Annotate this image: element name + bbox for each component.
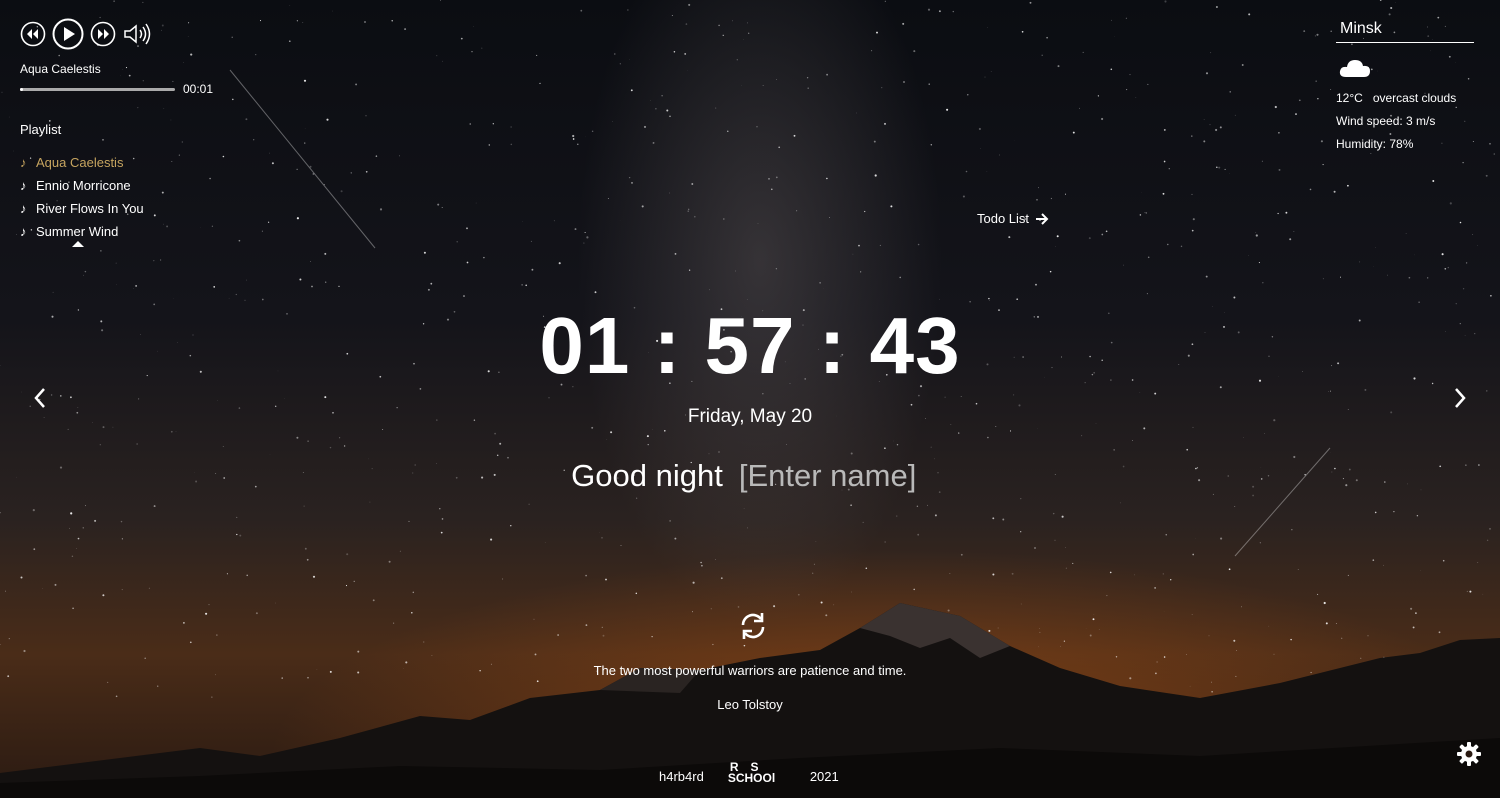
temperature: 12°C bbox=[1336, 91, 1363, 105]
music-note-icon: ♪ bbox=[20, 224, 27, 239]
rs-logo-bottom: SCHOOl bbox=[727, 771, 776, 785]
playlist-item[interactable]: ♪ Ennio Morricone bbox=[20, 174, 280, 197]
todo-list-button[interactable]: Todo List bbox=[977, 211, 1049, 226]
play-button[interactable] bbox=[52, 18, 84, 50]
greeting-row: Good night bbox=[0, 458, 1500, 494]
current-time: 00:01 bbox=[183, 82, 214, 96]
todo-label: Todo List bbox=[977, 211, 1030, 226]
github-link[interactable]: h4rb4rd bbox=[659, 769, 704, 784]
volume-button[interactable] bbox=[122, 22, 152, 46]
music-note-icon: ♪ bbox=[20, 178, 27, 193]
current-track-title: Aqua Caelestis bbox=[20, 62, 101, 76]
music-note-icon: ♪ bbox=[20, 155, 27, 170]
playlist-item-title: Summer Wind bbox=[36, 224, 119, 239]
background: Aqua Caelestis 00:01 Playlist ♪ Aqua Cae… bbox=[0, 0, 1500, 798]
progress-bar[interactable] bbox=[20, 87, 175, 91]
music-note-icon: ♪ bbox=[20, 201, 27, 216]
forward-icon bbox=[90, 21, 116, 47]
playlist-item[interactable]: ♪ Summer Wind bbox=[20, 220, 280, 243]
audio-player: Aqua Caelestis 00:01 Playlist ♪ Aqua Cae… bbox=[20, 18, 280, 247]
weather-widget: 12°C overcast clouds Wind speed: 3 m/s H… bbox=[1336, 18, 1476, 151]
playlist-item-title: River Flows In You bbox=[36, 201, 144, 216]
refresh-icon bbox=[741, 613, 765, 639]
play-icon bbox=[52, 18, 84, 50]
quote-author: Leo Tolstoy bbox=[717, 697, 783, 712]
gear-icon bbox=[1457, 742, 1481, 766]
playlist-item-title: Aqua Caelestis bbox=[36, 155, 124, 170]
rewind-button[interactable] bbox=[20, 21, 46, 47]
volume-icon bbox=[124, 23, 151, 45]
playlist-heading: Playlist bbox=[20, 122, 62, 137]
greeting-text: Good night bbox=[571, 458, 723, 493]
date: Friday, May 20 bbox=[687, 406, 813, 427]
weather-temp-desc: 12°C overcast clouds bbox=[1336, 91, 1476, 105]
playlist: ♪ Aqua Caelestis ♪ Ennio Morricone ♪ Riv… bbox=[20, 151, 280, 243]
footer: h4rb4rd RS SCHOOl 2021 bbox=[659, 761, 839, 790]
rewind-icon bbox=[20, 21, 46, 47]
cloud-icon bbox=[1338, 57, 1476, 82]
forward-button[interactable] bbox=[90, 21, 116, 47]
progress-fill bbox=[20, 87, 24, 91]
wind-speed: Wind speed: 3 m/s bbox=[1336, 114, 1436, 128]
playlist-item[interactable]: ♪ Aqua Caelestis bbox=[20, 151, 280, 174]
arrow-right-icon bbox=[1036, 212, 1049, 225]
rs-school-logo[interactable]: RS SCHOOl bbox=[727, 761, 788, 790]
humidity: Humidity: 78% bbox=[1336, 137, 1414, 151]
settings-button[interactable] bbox=[1456, 741, 1482, 772]
player-controls bbox=[20, 18, 280, 50]
city-input[interactable] bbox=[1336, 18, 1474, 43]
playlist-collapse-icon[interactable] bbox=[72, 241, 84, 247]
weather-description: overcast clouds bbox=[1372, 91, 1457, 105]
quote-text: The two most powerful warriors are patie… bbox=[593, 663, 907, 678]
playlist-item-title: Ennio Morricone bbox=[36, 178, 131, 193]
change-quote-button[interactable] bbox=[737, 610, 769, 647]
footer-year: 2021 bbox=[809, 768, 839, 784]
playlist-item[interactable]: ♪ River Flows In You bbox=[20, 197, 280, 220]
progress-row: 00:01 bbox=[20, 82, 280, 96]
clock: 01 : 57 : 43 bbox=[539, 301, 961, 390]
name-input[interactable] bbox=[738, 458, 929, 494]
